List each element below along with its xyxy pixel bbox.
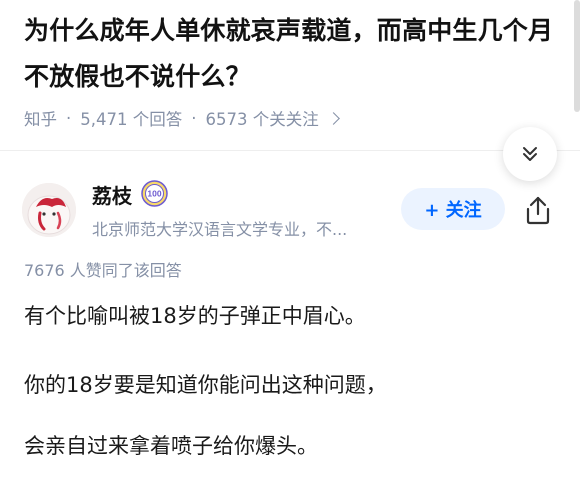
lychee-avatar-image	[22, 183, 76, 237]
author-bio[interactable]: 北京师范大学汉语言文学专业，不...	[92, 216, 392, 240]
scrollbar[interactable]	[574, 0, 580, 112]
separator-dot: ·	[66, 108, 72, 128]
question-title[interactable]: 为什么成年人单休就哀声载道，而高中生几个月不放假也不说什么？	[24, 8, 560, 100]
answers-count: 5,471 个回答	[80, 110, 183, 129]
collapse-button[interactable]	[503, 127, 557, 181]
chevron-right-icon	[326, 111, 340, 125]
follow-button[interactable]: + 关注	[401, 188, 505, 230]
avatar[interactable]	[22, 183, 76, 237]
answer-paragraph: 有个比喻叫被18岁的子弹正中眉心。	[24, 304, 366, 328]
share-icon[interactable]	[520, 192, 556, 228]
separator-dot: ·	[191, 108, 197, 128]
answer-paragraph: 会亲自过来拿着喷子给你爆头。	[24, 434, 318, 458]
likes-count: 7676 人赞同了该回答	[24, 261, 182, 280]
badge-text: 100	[147, 189, 161, 199]
author-name[interactable]: 荔枝	[92, 180, 132, 209]
divider	[0, 150, 580, 151]
followers-count: 6573 个关关注	[205, 110, 319, 129]
answer-paragraph: 你的18岁要是知道你能问出这种问题，	[24, 373, 387, 397]
double-chevron-down-icon	[523, 147, 537, 161]
question-meta[interactable]: 知乎 · 5,471 个回答 · 6573 个关关注	[24, 106, 340, 130]
answer-page: 为什么成年人单休就哀声载道，而高中生几个月不放假也不说什么？ 知乎 · 5,47…	[0, 0, 580, 503]
achievement-badge-icon[interactable]: 100	[141, 180, 168, 207]
source-label: 知乎	[24, 110, 57, 129]
